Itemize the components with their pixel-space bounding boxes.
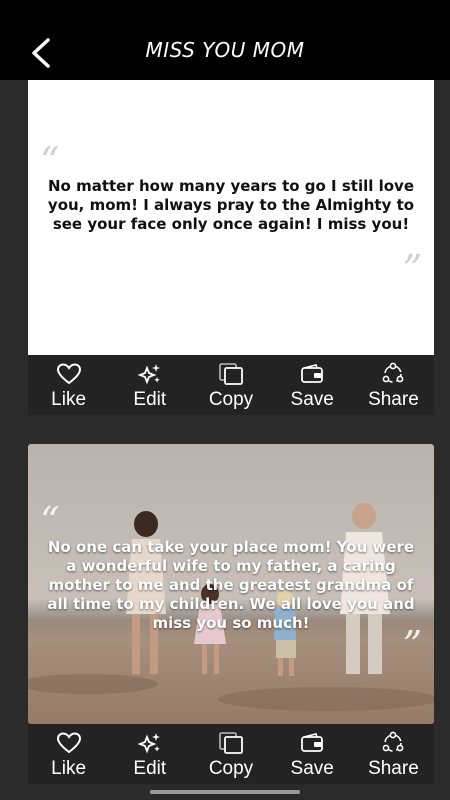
save-label: Save: [290, 389, 334, 410]
like-label: Like: [51, 758, 87, 779]
close-quote-icon: ”: [402, 623, 422, 667]
open-quote-icon: “: [40, 499, 60, 543]
like-button[interactable]: Like: [28, 355, 109, 415]
quote-image[interactable]: “ No matter how many years to go I still…: [28, 80, 434, 355]
edit-label: Edit: [133, 389, 167, 410]
heart-icon: [56, 732, 81, 754]
open-quote-icon: “: [40, 139, 60, 183]
edit-label: Edit: [133, 758, 167, 779]
sparkles-icon: [137, 733, 160, 754]
heart-icon: [56, 363, 81, 385]
quote-text: No one can take your place mom! You were…: [47, 538, 415, 632]
edit-button[interactable]: Edit: [109, 724, 190, 784]
quote-image[interactable]: “ No one can take your place mom! You we…: [28, 444, 434, 724]
action-bar: Like Edit Copy Save Share: [28, 355, 434, 415]
save-button[interactable]: Save: [272, 355, 353, 415]
like-label: Like: [51, 389, 87, 410]
save-label: Save: [290, 758, 334, 779]
like-button[interactable]: Like: [28, 724, 109, 784]
action-bar: Like Edit Copy Save Share: [28, 724, 434, 784]
copy-label: Copy: [208, 389, 254, 410]
quote-text: No matter how many years to go I still l…: [47, 177, 415, 233]
share-button[interactable]: Share: [353, 355, 434, 415]
wallet-icon: [301, 733, 324, 752]
wallet-icon: [301, 364, 324, 383]
close-quote-icon: ”: [402, 247, 422, 291]
copy-icon: [219, 732, 243, 754]
edit-button[interactable]: Edit: [109, 355, 190, 415]
copy-button[interactable]: Copy: [190, 355, 271, 415]
share-button[interactable]: Share: [353, 724, 434, 784]
share-label: Share: [368, 758, 419, 779]
page-title: MISS YOU MOM: [145, 38, 305, 62]
save-button[interactable]: Save: [272, 724, 353, 784]
copy-button[interactable]: Copy: [190, 724, 271, 784]
sparkles-icon: [137, 364, 160, 385]
share-label: Share: [368, 389, 419, 410]
copy-label: Copy: [208, 758, 254, 779]
share-icon: [383, 362, 404, 383]
home-indicator[interactable]: [150, 790, 300, 794]
copy-icon: [219, 363, 243, 385]
share-icon: [383, 731, 404, 752]
app-header: MISS YOU MOM: [0, 0, 450, 80]
